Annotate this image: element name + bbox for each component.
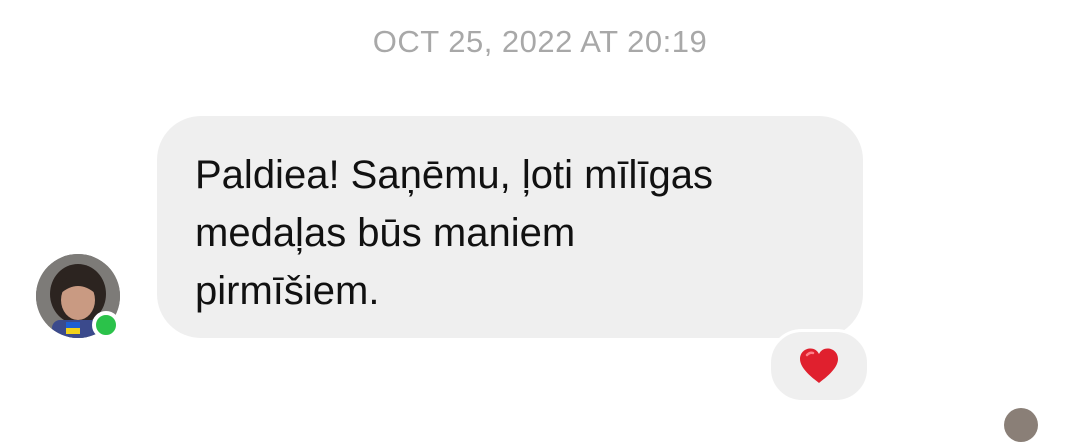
message-reaction[interactable] [768, 329, 870, 403]
online-status-dot [92, 311, 120, 339]
received-message-bubble[interactable]: Paldiea! Saņēmu, ļoti mīlīgas medaļas bū… [157, 116, 863, 338]
next-message-avatar [1004, 408, 1038, 442]
message-text: Paldiea! Saņēmu, ļoti mīlīgas medaļas bū… [195, 153, 714, 313]
heart-icon [800, 348, 838, 383]
message-timestamp: OCT 25, 2022 AT 20:19 [372, 24, 708, 59]
